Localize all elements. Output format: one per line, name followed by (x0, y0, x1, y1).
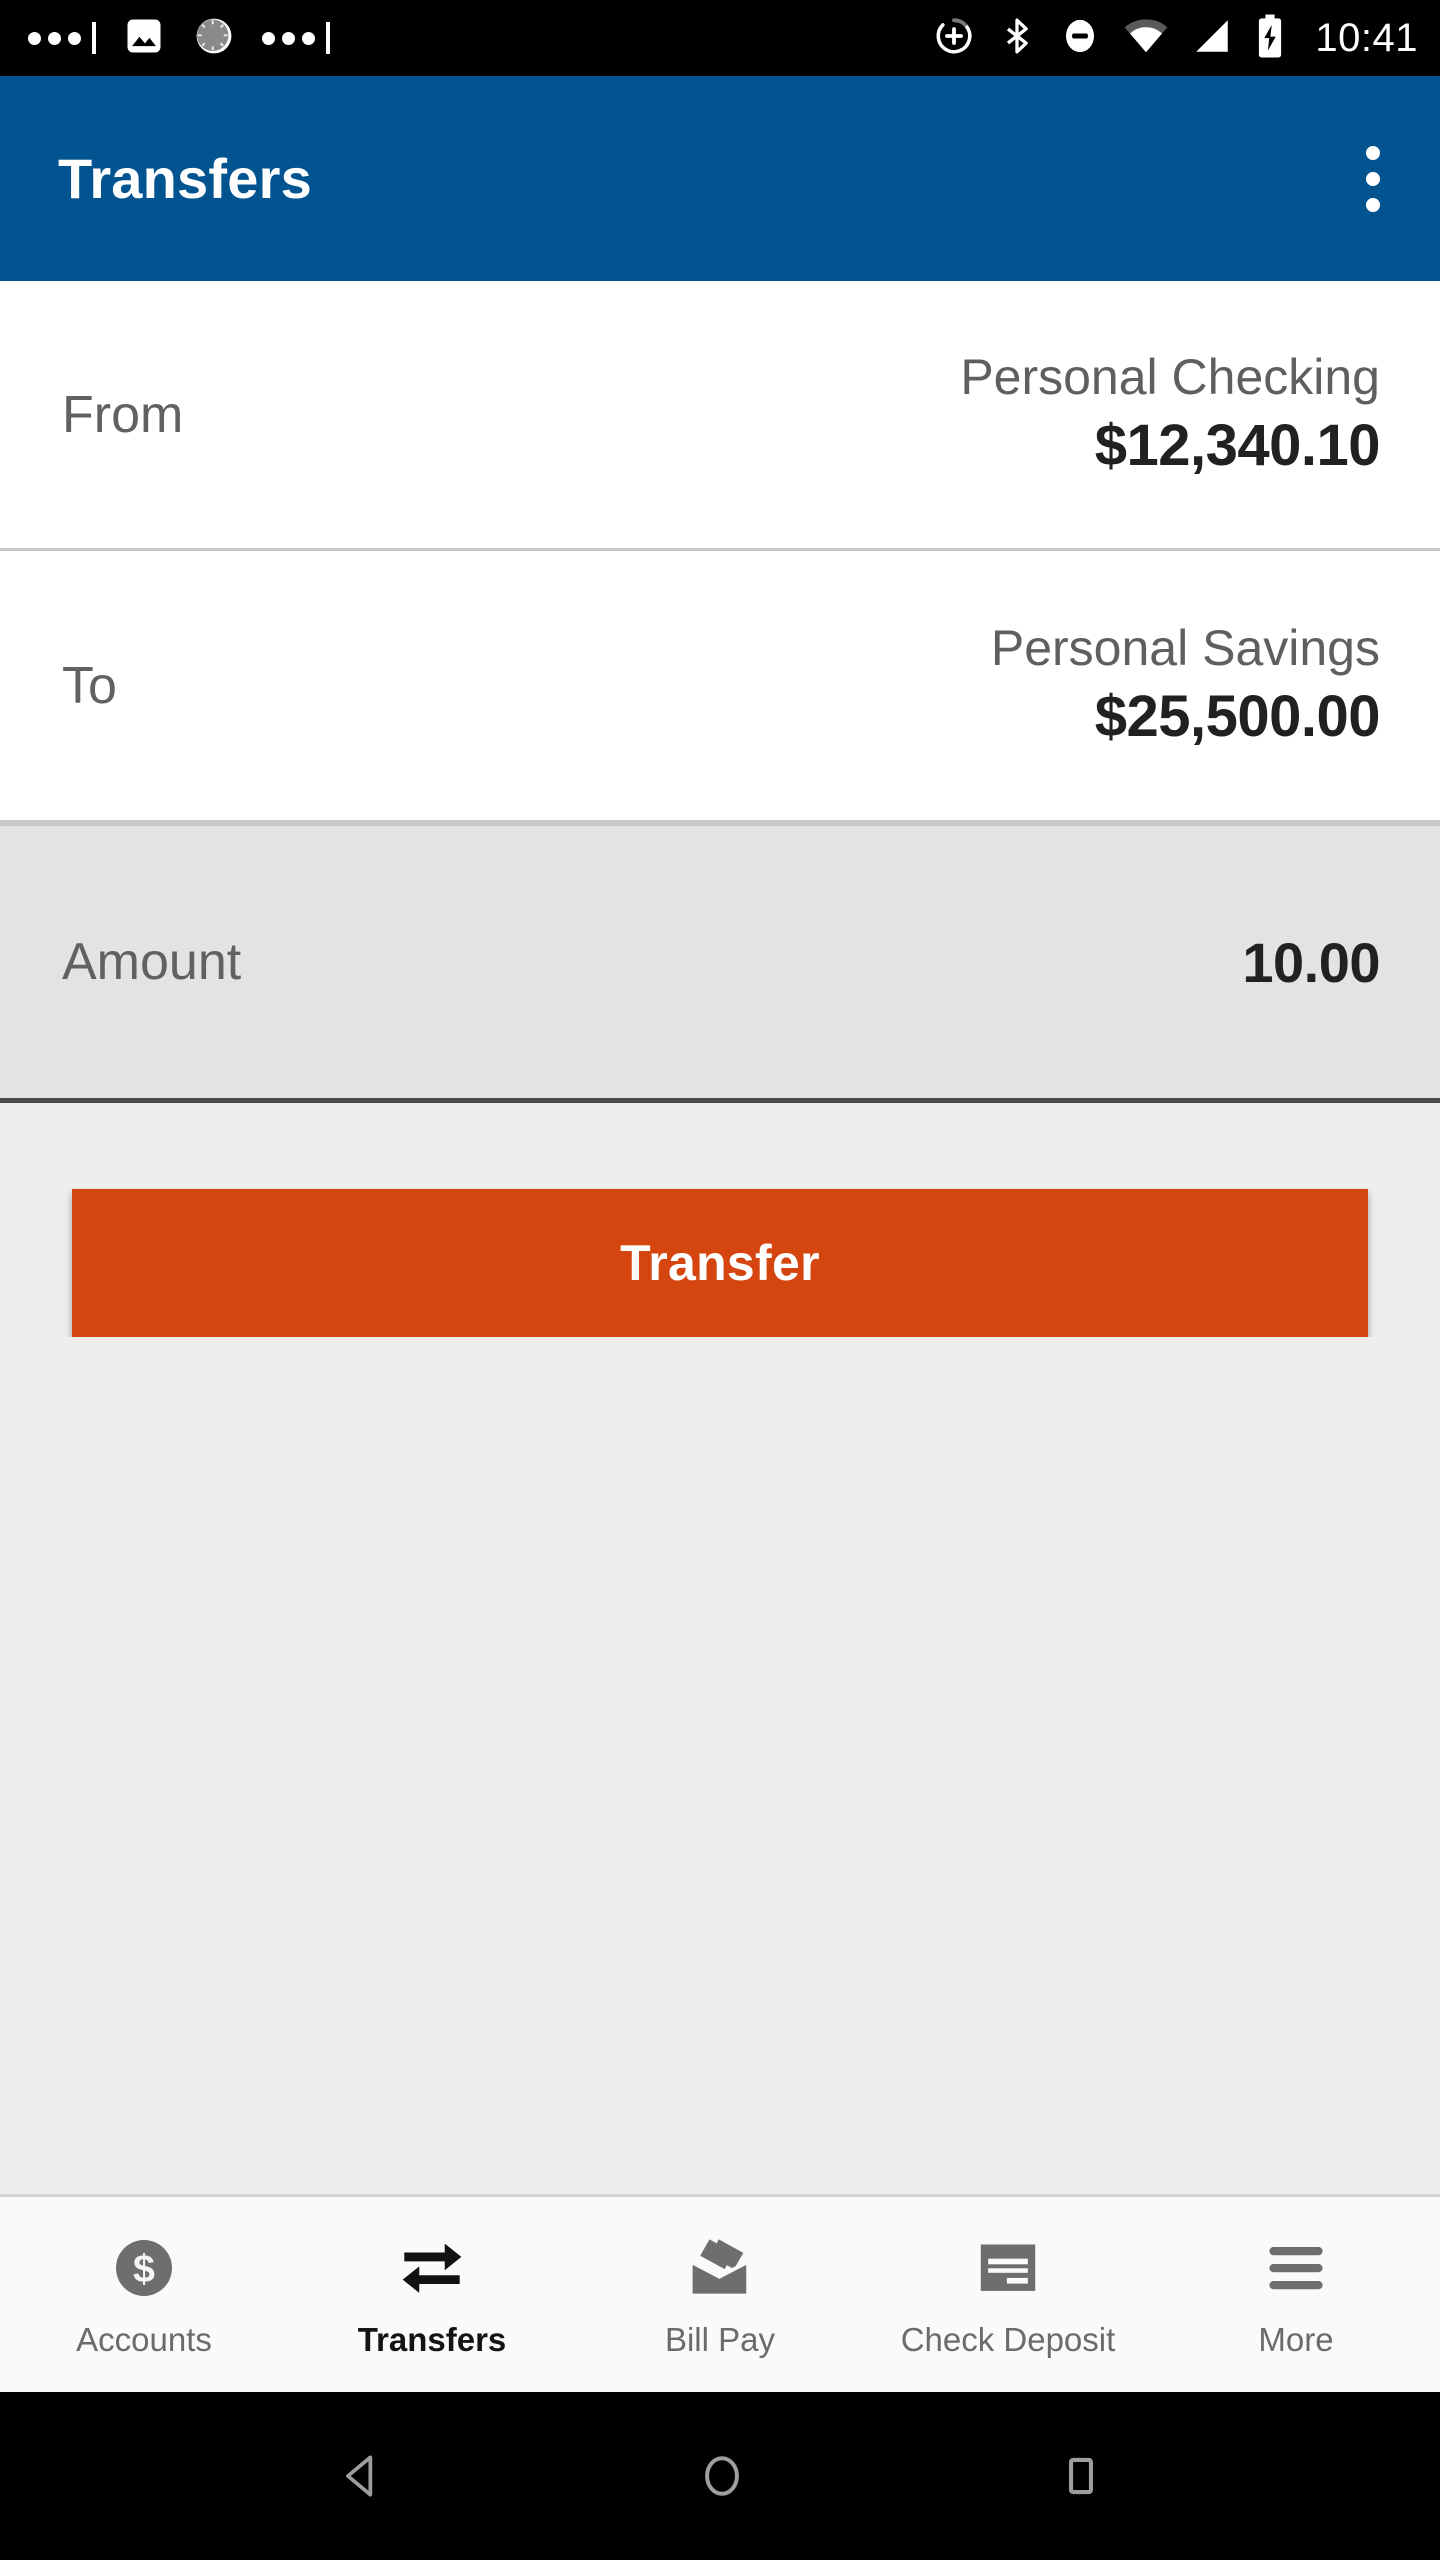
to-account-balance: $25,500.00 (1094, 684, 1381, 750)
status-bar-notifications (28, 14, 330, 63)
transfer-form: From Personal Checking $12,340.10 To Per… (0, 281, 1440, 2194)
app-bar: Transfers (0, 76, 1440, 281)
to-account-row[interactable]: To Personal Savings $25,500.00 (0, 551, 1440, 823)
wifi-icon (1123, 15, 1169, 62)
home-button[interactable] (654, 2428, 790, 2524)
svg-text:$: $ (133, 2247, 155, 2291)
tab-transfers[interactable]: Transfers (288, 2197, 576, 2392)
android-navigation-bar (0, 2392, 1440, 2560)
status-bar-system-icons: 10:41 (933, 13, 1418, 64)
to-account-name: Personal Savings (990, 620, 1380, 677)
bluetooth-icon (997, 16, 1037, 61)
tab-accounts[interactable]: $ Accounts (0, 2197, 288, 2392)
tab-more-label: More (1258, 2320, 1334, 2358)
from-account-balance: $12,340.10 (1094, 413, 1381, 479)
amount-input[interactable]: 10.00 (1242, 930, 1380, 995)
content-spacer (0, 1337, 1440, 2194)
status-bar-clock: 10:41 (1315, 16, 1418, 60)
sync-spinner-icon (192, 14, 236, 63)
tab-accounts-label: Accounts (76, 2320, 212, 2358)
battery-charging-icon (1255, 13, 1285, 64)
amount-row[interactable]: Amount 10.00 (0, 823, 1440, 1103)
tab-check-deposit-label: Check Deposit (900, 2320, 1116, 2358)
from-account-name: Personal Checking (960, 349, 1380, 406)
notification-overflow-dots-icon (28, 22, 96, 54)
to-label: To (62, 656, 117, 715)
back-button[interactable] (293, 2428, 429, 2524)
tab-bill-pay[interactable]: Bill Pay (576, 2197, 864, 2392)
image-icon (122, 14, 166, 63)
bottom-tab-bar: $ Accounts Transfers Bill Pay Check Depo… (0, 2194, 1440, 2392)
notification-overflow-dots-icon-2 (262, 22, 330, 54)
overflow-menu-icon[interactable] (1352, 128, 1394, 230)
app-screen: 10:41 Transfers From Personal Checking $… (0, 0, 1440, 2560)
check-document-icon (974, 2231, 1042, 2305)
from-account-value: Personal Checking $12,340.10 (960, 345, 1380, 483)
alarm-add-icon (933, 15, 975, 62)
cellular-signal-icon (1191, 15, 1233, 62)
dollar-circle-icon: $ (109, 2231, 179, 2305)
do-not-disturb-icon (1059, 15, 1101, 62)
tab-bill-pay-label: Bill Pay (664, 2320, 776, 2358)
amount-label: Amount (62, 933, 242, 991)
envelope-mail-icon (684, 2231, 756, 2305)
hamburger-menu-icon (1262, 2231, 1330, 2305)
page-title: Transfers (58, 147, 312, 210)
recents-button[interactable] (1015, 2430, 1147, 2522)
tab-check-deposit[interactable]: Check Deposit (864, 2197, 1152, 2392)
from-label: From (62, 385, 184, 444)
tab-more[interactable]: More (1152, 2197, 1440, 2392)
transfer-button[interactable]: Transfer (72, 1189, 1368, 1337)
android-status-bar: 10:41 (0, 0, 1440, 76)
tab-transfers-label: Transfers (357, 2320, 507, 2358)
transfer-arrows-icon (396, 2231, 468, 2305)
primary-action-area: Transfer (0, 1103, 1440, 1337)
to-account-value: Personal Savings $25,500.00 (990, 616, 1381, 754)
from-account-row[interactable]: From Personal Checking $12,340.10 (0, 281, 1440, 551)
